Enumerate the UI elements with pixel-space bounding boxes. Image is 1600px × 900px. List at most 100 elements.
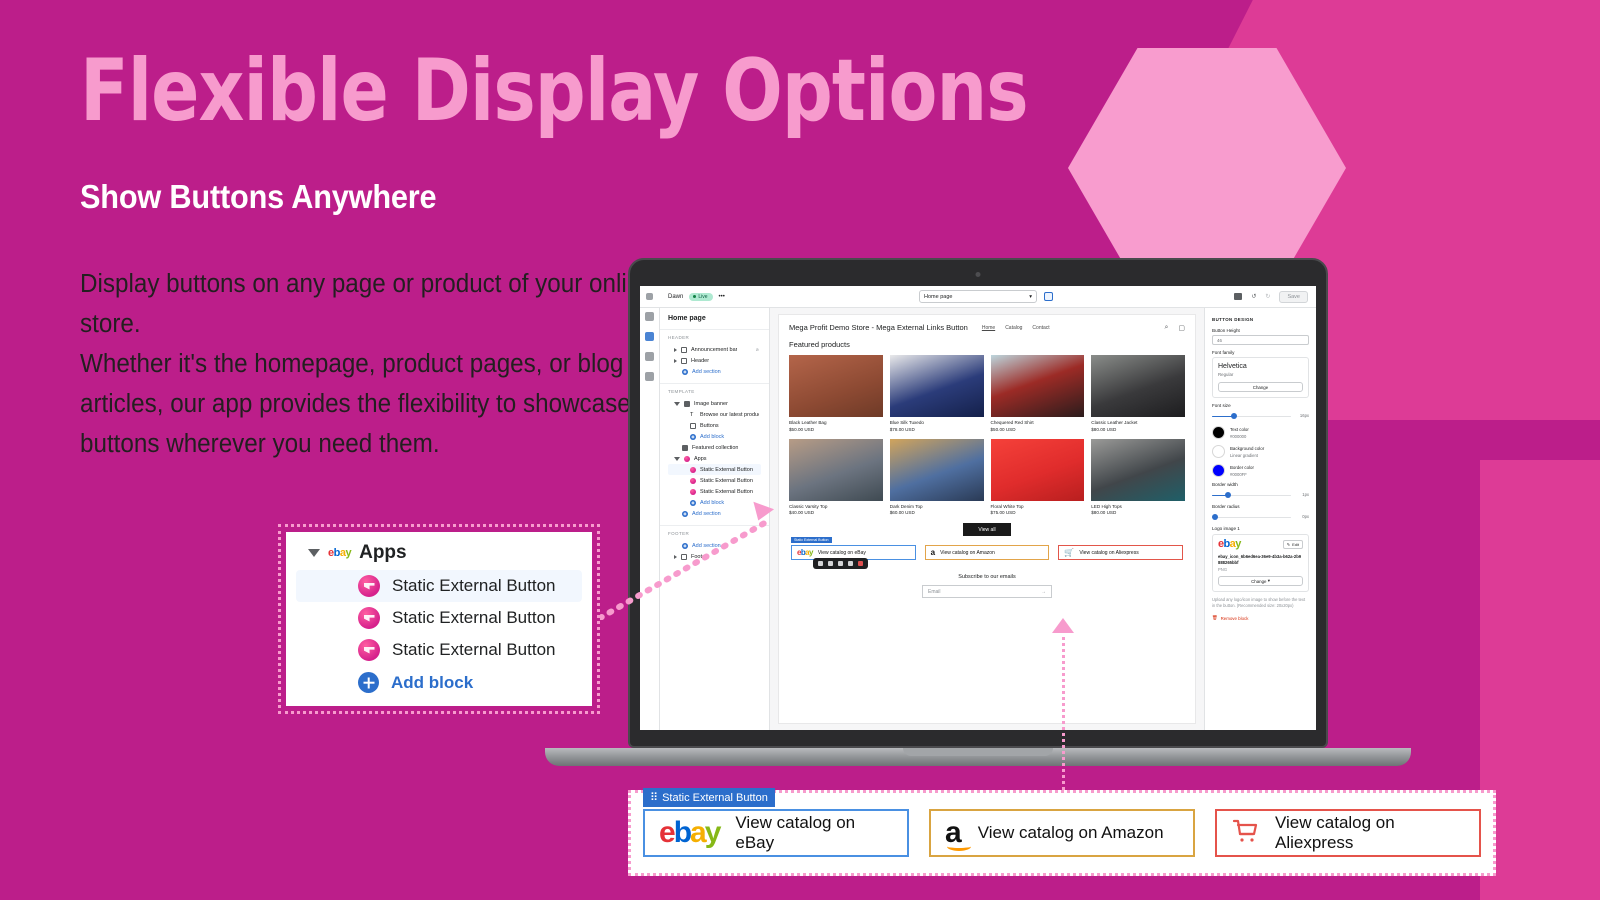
change-font-button[interactable]: Change	[1218, 382, 1303, 392]
external-button-amazon[interactable]: a View catalog on Amazon	[924, 545, 1050, 560]
section-icon	[681, 346, 687, 353]
border-width-slider[interactable]: 1px	[1212, 491, 1309, 499]
text-icon: T	[690, 411, 694, 418]
panel-toggle-icon[interactable]	[645, 312, 654, 321]
border-color-row[interactable]: Border color #0000FF	[1212, 464, 1309, 477]
redo-icon[interactable]: ↻	[1265, 293, 1270, 300]
block-selection-tag: ⠿ Static External Button	[643, 788, 775, 807]
theme-settings-icon[interactable]	[645, 352, 654, 361]
connector-arrow-up	[1052, 618, 1074, 633]
sidebar-item-buttons[interactable]: Buttons	[668, 420, 761, 431]
duplicate-icon[interactable]	[838, 561, 843, 566]
product-card[interactable]: Floral White Top $75.00 USD	[990, 438, 1085, 515]
slider-knob[interactable]	[1212, 514, 1218, 520]
slider-knob[interactable]	[1225, 492, 1231, 498]
move-down-icon[interactable]	[828, 561, 833, 566]
add-section-button[interactable]: Add section	[668, 366, 761, 377]
list-item[interactable]: Static External Button	[296, 570, 582, 602]
add-block-button[interactable]: Add block	[296, 666, 582, 697]
callout-button-amazon[interactable]: a View catalog on Amazon	[929, 809, 1195, 857]
search-icon[interactable]: ⌕	[1164, 324, 1168, 332]
add-block-button[interactable]: Add block	[668, 431, 761, 442]
trash-icon: 🗑	[1212, 615, 1218, 621]
ellipsis-icon[interactable]: •••	[719, 294, 725, 300]
sidebar-item-header[interactable]: Header	[668, 355, 761, 366]
ebay-logo: ebay	[797, 547, 813, 557]
product-card[interactable]: Classic Leather Jacket $80.00 USD	[1091, 355, 1185, 432]
connector-line-vertical	[1062, 630, 1065, 790]
callout-button-aliexpress[interactable]: View catalog on Aliexpress	[1215, 809, 1481, 857]
sidebar-item-static-external-button[interactable]: Static External Button	[668, 475, 761, 486]
inspector-icon[interactable]	[1044, 292, 1053, 301]
chevron-down-icon	[674, 401, 680, 406]
font-size-slider[interactable]: 16px	[1212, 412, 1309, 420]
sidebar-page-title: Home page	[660, 308, 769, 330]
external-button-aliexpress[interactable]: 🛒 View catalog on Aliexpress	[1058, 545, 1184, 560]
nav-catalog[interactable]: Catalog	[1005, 325, 1022, 331]
sidebar-item-image-banner[interactable]: Image banner	[668, 398, 761, 409]
newsletter-email-input[interactable]: Email →	[922, 585, 1052, 598]
view-all-button[interactable]: View all	[963, 523, 1011, 536]
chevron-down-icon: ▾	[1267, 578, 1270, 584]
save-button[interactable]: Save	[1279, 290, 1308, 303]
list-item[interactable]: Static External Button	[296, 602, 582, 634]
border-color-swatch[interactable]	[1212, 464, 1225, 477]
product-card[interactable]: Dark Denim Top $60.00 USD	[889, 438, 984, 515]
page-selector-value: Home page	[924, 293, 953, 300]
cart-icon[interactable]: ▢	[1178, 324, 1185, 332]
background-color-value: Linear gradient	[1230, 452, 1258, 458]
sidebar-item-label: Image banner	[694, 400, 728, 407]
sidebar-group-label: HEADER	[668, 335, 690, 340]
callout-button-ebay[interactable]: ⠿ Static External Button ebay View catal…	[643, 788, 909, 857]
button-height-input[interactable]: 46	[1212, 335, 1309, 345]
slider-knob[interactable]	[1231, 413, 1237, 419]
product-name: Floral White Top	[990, 503, 1024, 509]
page-selector[interactable]: Home page ▾	[919, 290, 1037, 303]
sidebar-item-featured-collection[interactable]: Featured collection	[668, 442, 761, 453]
remove-block-button[interactable]: 🗑 Remove block	[1212, 615, 1309, 621]
product-name: Dark Denim Top	[889, 503, 923, 509]
sidebar-item-browse-products[interactable]: T Browse our latest products	[668, 409, 761, 420]
text-color-row[interactable]: Text color #000000	[1212, 426, 1309, 439]
sidebar-item-static-external-button[interactable]: Static External Button	[668, 464, 761, 475]
apps-group-header[interactable]: ebay Apps	[296, 540, 582, 570]
list-item[interactable]: Static External Button	[296, 634, 582, 666]
sidebar-item-announcement-bar[interactable]: Announcement bar ⊘	[668, 344, 761, 355]
border-radius-slider[interactable]: 0px	[1212, 513, 1309, 521]
edit-logo-button[interactable]: ✎ Edit	[1282, 540, 1303, 549]
nav-contact[interactable]: Contact	[1032, 325, 1049, 331]
hidden-eye-icon[interactable]: ⊘	[756, 347, 759, 352]
callout-button-label: View catalog on Aliexpress	[1275, 813, 1395, 852]
sidebar-item-static-external-button[interactable]: Static External Button	[668, 486, 761, 497]
product-card[interactable]: Blue Silk Tuxedo $78.00 USD	[889, 355, 984, 432]
product-card[interactable]: Black Leather Bag $50.00 USD	[789, 355, 883, 432]
product-card[interactable]: Classic Varsity Top $40.00 USD	[789, 438, 883, 515]
sidebar-item-apps[interactable]: Apps	[668, 453, 761, 464]
arrow-right-icon[interactable]: →	[1041, 589, 1046, 595]
background-color-swatch[interactable]	[1212, 445, 1225, 458]
background-color-row[interactable]: Background color Linear gradient	[1212, 445, 1309, 458]
change-logo-button[interactable]: Change ▾	[1218, 576, 1303, 587]
caret-down-icon[interactable]	[308, 549, 320, 557]
background-accent-corner	[1480, 460, 1600, 900]
undo-icon[interactable]: ↺	[1251, 293, 1256, 300]
apps-icon[interactable]	[645, 372, 654, 381]
status-badge-label: Live	[698, 293, 708, 300]
text-color-swatch[interactable]	[1212, 426, 1225, 439]
product-image	[990, 438, 1085, 501]
add-block-button[interactable]: Add block	[668, 497, 761, 508]
chevron-down-icon	[674, 456, 680, 461]
product-card[interactable]: LED High Tops $80.00 USD	[1091, 438, 1185, 515]
hide-icon[interactable]	[848, 561, 853, 566]
panel-toggle-icon[interactable]	[646, 293, 653, 300]
delete-icon[interactable]	[858, 561, 863, 566]
product-card[interactable]: Chequered Red Shirt $50.00 USD	[990, 355, 1085, 432]
move-up-icon[interactable]	[818, 561, 823, 566]
nav-home[interactable]: Home	[982, 325, 995, 331]
laptop-base	[545, 748, 1411, 766]
laptop-mockup: Dawn Live ••• Home page ▾ ↺ ↻ Save Home …	[545, 258, 1411, 766]
status-badge: Live	[689, 292, 713, 301]
sections-icon[interactable]	[645, 332, 654, 341]
font-family-card: Helvetica Regular Change	[1212, 357, 1309, 398]
device-preview-icon[interactable]	[1234, 293, 1243, 300]
